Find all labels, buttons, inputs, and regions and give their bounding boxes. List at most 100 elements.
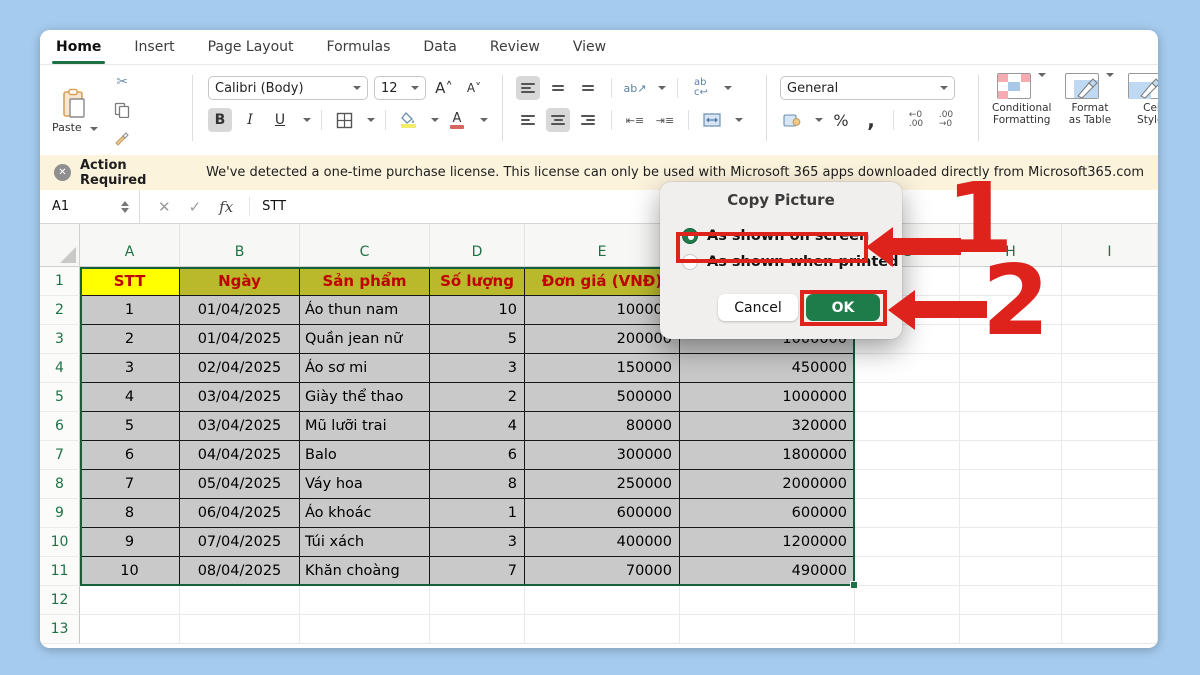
cell-H11[interactable] bbox=[960, 557, 1062, 586]
row-header-6[interactable]: 6 bbox=[40, 412, 80, 441]
paste-button[interactable]: Paste bbox=[52, 87, 98, 134]
cell-I4[interactable] bbox=[1062, 354, 1158, 383]
orientation-dropdown-chevron[interactable] bbox=[658, 86, 666, 90]
cell-G5[interactable] bbox=[855, 383, 960, 412]
tab-view[interactable]: View bbox=[573, 39, 606, 55]
confirm-entry-icon[interactable]: ✓ bbox=[189, 198, 202, 216]
cell-D9[interactable]: 1 bbox=[430, 499, 525, 528]
cell-F8[interactable]: 2000000 bbox=[680, 470, 855, 499]
row-header-4[interactable]: 4 bbox=[40, 354, 80, 383]
cell-G8[interactable] bbox=[855, 470, 960, 499]
cell-I6[interactable] bbox=[1062, 412, 1158, 441]
tab-page-layout[interactable]: Page Layout bbox=[208, 39, 294, 55]
select-all-corner[interactable] bbox=[40, 224, 80, 267]
cell-E9[interactable]: 600000 bbox=[525, 499, 680, 528]
cancel-button[interactable]: Cancel bbox=[718, 294, 798, 321]
cell-F4[interactable]: 450000 bbox=[680, 354, 855, 383]
cell-F12[interactable] bbox=[680, 586, 855, 615]
cell-C5[interactable]: Giày thể thao bbox=[300, 383, 430, 412]
cell-I8[interactable] bbox=[1062, 470, 1158, 499]
align-right-button[interactable] bbox=[576, 108, 600, 132]
cell-F11[interactable]: 490000 bbox=[680, 557, 855, 586]
borders-icon[interactable] bbox=[332, 108, 356, 132]
column-header-D[interactable]: D bbox=[430, 224, 525, 267]
merge-dropdown-chevron[interactable] bbox=[735, 118, 743, 122]
align-middle-button[interactable] bbox=[546, 76, 570, 100]
cell-D7[interactable]: 6 bbox=[430, 441, 525, 470]
cell-C8[interactable]: Váy hoa bbox=[300, 470, 430, 499]
row-header-13[interactable]: 13 bbox=[40, 615, 80, 644]
conditional-formatting-button[interactable]: ConditionalFormatting bbox=[992, 73, 1051, 155]
tab-home[interactable]: Home bbox=[56, 39, 101, 55]
column-header-B[interactable]: B bbox=[180, 224, 300, 267]
cell-E5[interactable]: 500000 bbox=[525, 383, 680, 412]
cell-H10[interactable] bbox=[960, 528, 1062, 557]
italic-button[interactable]: I bbox=[238, 108, 262, 132]
cell-I1[interactable] bbox=[1062, 267, 1158, 296]
cell-E13[interactable] bbox=[525, 615, 680, 644]
align-bottom-button[interactable] bbox=[576, 76, 600, 100]
cell-B1[interactable]: Ngày bbox=[180, 267, 300, 296]
cell-B4[interactable]: 02/04/2025 bbox=[180, 354, 300, 383]
cell-H13[interactable] bbox=[960, 615, 1062, 644]
cell-B8[interactable]: 05/04/2025 bbox=[180, 470, 300, 499]
cell-D10[interactable]: 3 bbox=[430, 528, 525, 557]
font-color-icon[interactable]: A bbox=[445, 108, 469, 132]
cell-A4[interactable]: 3 bbox=[80, 354, 180, 383]
cell-A10[interactable]: 9 bbox=[80, 528, 180, 557]
align-top-button[interactable] bbox=[516, 76, 540, 100]
cell-E1[interactable]: Đơn giá (VNĐ) bbox=[525, 267, 680, 296]
increase-indent-icon[interactable]: ⇥≡ bbox=[653, 108, 677, 132]
cell-G7[interactable] bbox=[855, 441, 960, 470]
cell-D5[interactable]: 2 bbox=[430, 383, 525, 412]
cell-A5[interactable]: 4 bbox=[80, 383, 180, 412]
align-center-button[interactable] bbox=[546, 108, 570, 132]
cell-H8[interactable] bbox=[960, 470, 1062, 499]
cell-H6[interactable] bbox=[960, 412, 1062, 441]
cut-icon[interactable]: ✂ bbox=[110, 70, 134, 94]
cell-I12[interactable] bbox=[1062, 586, 1158, 615]
cell-D8[interactable]: 8 bbox=[430, 470, 525, 499]
cell-C10[interactable]: Túi xách bbox=[300, 528, 430, 557]
row-header-7[interactable]: 7 bbox=[40, 441, 80, 470]
cell-G13[interactable] bbox=[855, 615, 960, 644]
cell-E8[interactable]: 250000 bbox=[525, 470, 680, 499]
cell-A13[interactable] bbox=[80, 615, 180, 644]
row-header-9[interactable]: 9 bbox=[40, 499, 80, 528]
cell-G11[interactable] bbox=[855, 557, 960, 586]
cell-E6[interactable]: 80000 bbox=[525, 412, 680, 441]
cell-B13[interactable] bbox=[180, 615, 300, 644]
cell-B12[interactable] bbox=[180, 586, 300, 615]
cell-F10[interactable]: 1200000 bbox=[680, 528, 855, 557]
cell-G12[interactable] bbox=[855, 586, 960, 615]
accounting-format-icon[interactable] bbox=[780, 108, 804, 132]
tab-insert[interactable]: Insert bbox=[134, 39, 174, 55]
cell-H12[interactable] bbox=[960, 586, 1062, 615]
cell-I13[interactable] bbox=[1062, 615, 1158, 644]
cell-D13[interactable] bbox=[430, 615, 525, 644]
font-color-dropdown-chevron[interactable] bbox=[480, 118, 488, 122]
cell-B2[interactable]: 01/04/2025 bbox=[180, 296, 300, 325]
cell-H5[interactable] bbox=[960, 383, 1062, 412]
cell-C1[interactable]: Sản phẩm bbox=[300, 267, 430, 296]
orientation-icon[interactable]: ab↗ bbox=[623, 76, 647, 100]
merge-center-icon[interactable] bbox=[700, 108, 724, 132]
bold-button[interactable]: B bbox=[208, 108, 232, 132]
underline-dropdown-chevron[interactable] bbox=[303, 118, 311, 122]
name-box[interactable]: A1 bbox=[40, 190, 140, 223]
cell-D6[interactable]: 4 bbox=[430, 412, 525, 441]
cell-A9[interactable]: 8 bbox=[80, 499, 180, 528]
cell-D12[interactable] bbox=[430, 586, 525, 615]
cell-B5[interactable]: 03/04/2025 bbox=[180, 383, 300, 412]
decrease-font-size-button[interactable]: A˅ bbox=[462, 76, 486, 100]
cell-C3[interactable]: Quần jean nữ bbox=[300, 325, 430, 354]
column-header-A[interactable]: A bbox=[80, 224, 180, 267]
cell-D1[interactable]: Số lượng bbox=[430, 267, 525, 296]
cell-A1[interactable]: STT bbox=[80, 267, 180, 296]
cell-C7[interactable]: Balo bbox=[300, 441, 430, 470]
cell-D2[interactable]: 10 bbox=[430, 296, 525, 325]
cell-A7[interactable]: 6 bbox=[80, 441, 180, 470]
format-painter-icon[interactable] bbox=[110, 126, 134, 150]
cell-F7[interactable]: 1800000 bbox=[680, 441, 855, 470]
cell-A8[interactable]: 7 bbox=[80, 470, 180, 499]
